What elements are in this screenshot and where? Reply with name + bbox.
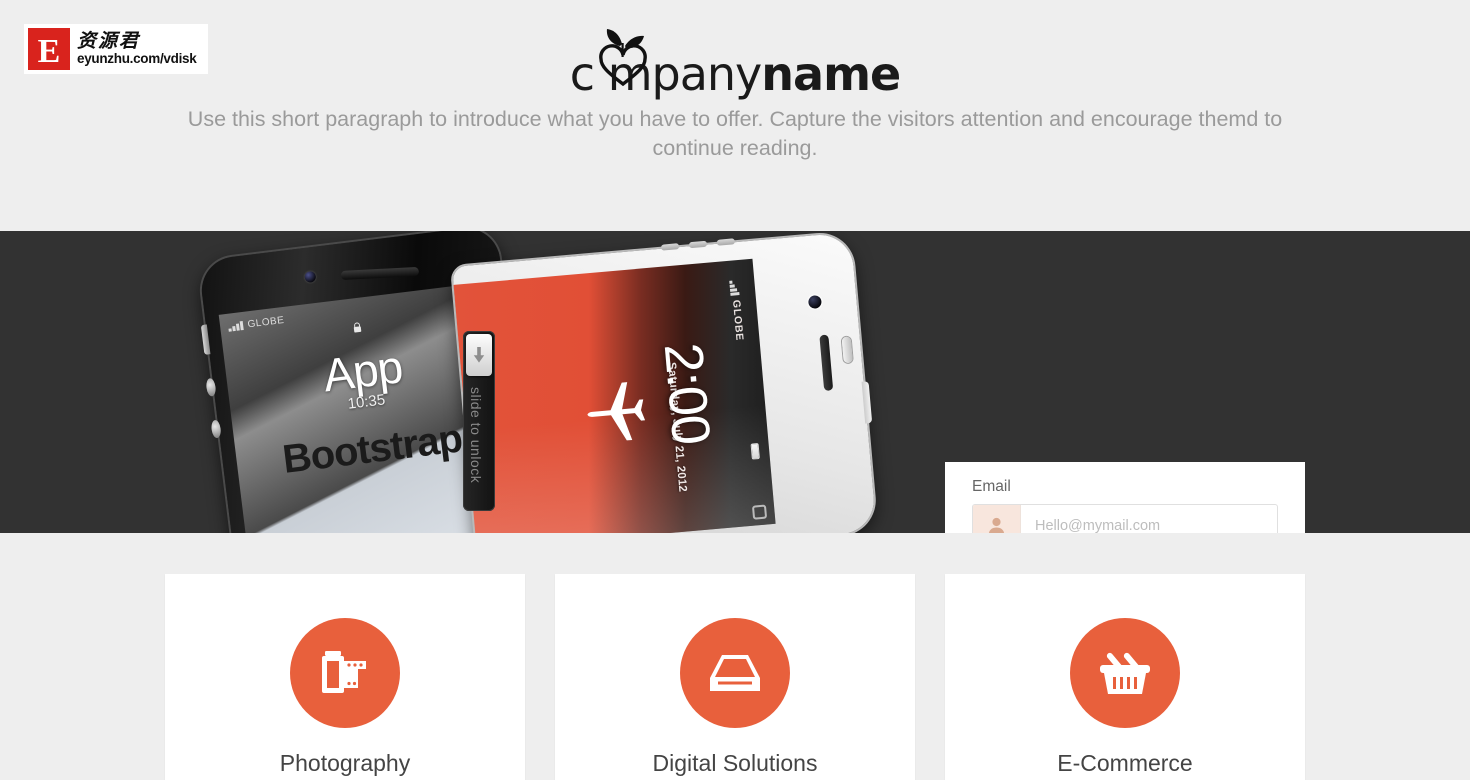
hero-band: GLOBE App 10:35 Bootstrap GLOBE Saturday… — [0, 231, 1470, 533]
service-card-title: E-Commerce — [1057, 750, 1193, 776]
slide-to-unlock-knob[interactable] — [466, 334, 492, 376]
slide-to-unlock-track[interactable]: slide to unlock — [463, 331, 495, 511]
hero-phone-imagery: GLOBE App 10:35 Bootstrap GLOBE Saturday… — [0, 231, 945, 533]
service-cards: Photography Digital Solutions E-Commerce — [165, 574, 1305, 780]
slide-to-unlock-label: slide to unlock — [468, 387, 484, 484]
user-icon — [973, 505, 1021, 533]
service-card[interactable]: E-Commerce — [945, 574, 1305, 780]
page-root: c mpanyname Use this short paragraph to … — [0, 0, 1470, 780]
watermark-badge: E 资源君 eyunzhu.com/vdisk — [24, 24, 208, 74]
watermark-url: eyunzhu.com/vdisk — [77, 50, 197, 66]
signal-bars-icon — [729, 280, 740, 296]
watermark-letter: E — [28, 28, 70, 70]
airplane-icon — [587, 382, 646, 441]
email-input-row[interactable] — [972, 504, 1278, 533]
page-tagline: Use this short paragraph to introduce wh… — [187, 107, 1283, 160]
inbox-tray-icon — [680, 618, 790, 728]
service-card-title: Photography — [279, 750, 411, 776]
home-indicator — [751, 504, 768, 520]
white-phone-screen: GLOBE Saturday, July 21, 2012 2:00 — [453, 258, 776, 533]
shopping-basket-icon — [1070, 618, 1180, 728]
lock-icon — [353, 322, 362, 333]
brand-bold-text: name — [761, 47, 901, 101]
battery-icon — [750, 442, 760, 460]
service-card[interactable]: Photography — [165, 574, 525, 780]
film-roll-icon — [290, 618, 400, 728]
heart-leaf-icon — [598, 29, 647, 87]
service-card-title: Digital Solutions — [652, 750, 818, 776]
black-phone-carrier: GLOBE — [246, 314, 285, 330]
email-label: Email — [972, 478, 1011, 495]
arrow-down-icon — [473, 347, 485, 363]
login-panel: Email Password — [945, 462, 1305, 533]
white-phone-clock: 2:00 — [652, 340, 722, 447]
page-header: c mpanyname Use this short paragraph to … — [0, 0, 1470, 231]
white-phone-mockup: GLOBE Saturday, July 21, 2012 2:00 — [452, 232, 877, 533]
watermark-cn-text: 资源君 — [77, 29, 141, 52]
brand-logo: c mpanyname — [0, 29, 1470, 106]
white-phone-carrier: GLOBE — [728, 280, 746, 342]
signal-bars-icon — [228, 320, 244, 332]
email-input[interactable] — [1021, 505, 1277, 533]
service-card[interactable]: Digital Solutions — [555, 574, 915, 780]
